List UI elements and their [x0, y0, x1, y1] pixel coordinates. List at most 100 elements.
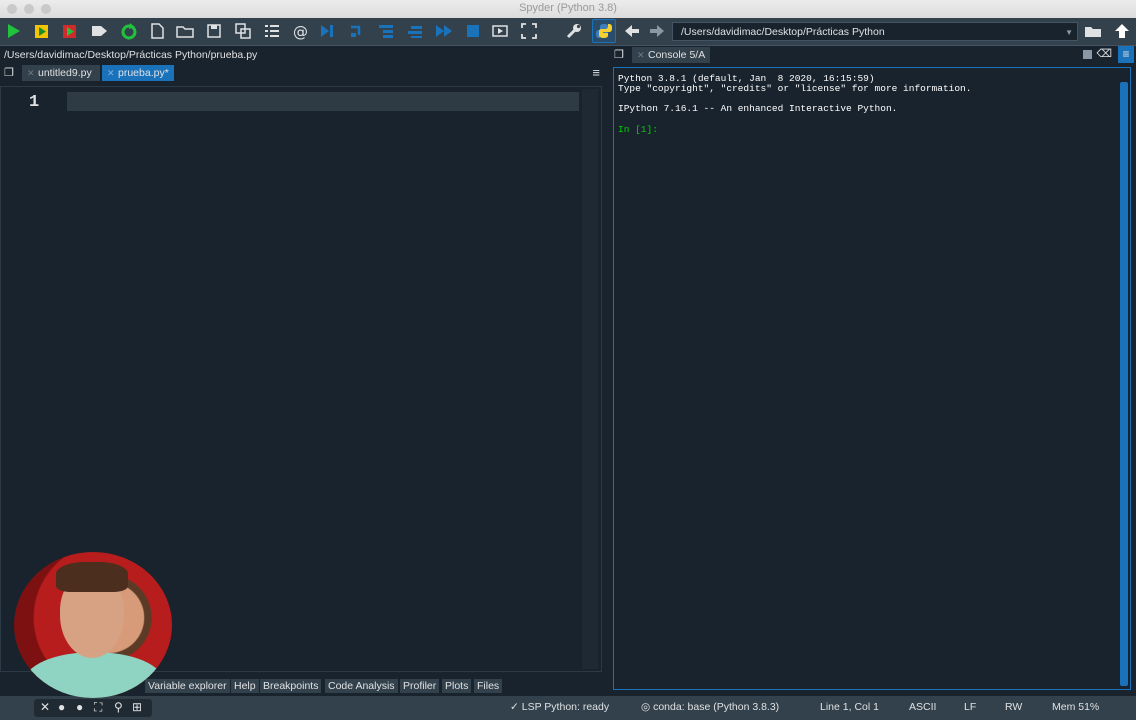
- console-output-line: Type "copyright", "credits" or "license"…: [618, 83, 972, 94]
- list-icon: [265, 25, 279, 37]
- new-file-icon: [151, 23, 164, 39]
- run-cell-button[interactable]: [32, 21, 52, 41]
- arrow-up-icon: [1115, 24, 1129, 38]
- svg-text:@: @: [293, 23, 308, 40]
- save-all-button[interactable]: [233, 21, 253, 41]
- conda-icon: ◎: [641, 701, 651, 713]
- title-bar: Spyder (Python 3.8): [0, 0, 1136, 19]
- current-line-highlight: [67, 92, 579, 111]
- step-into-icon: [379, 25, 393, 38]
- arrow-right-icon: [650, 25, 664, 37]
- back-button[interactable]: [622, 21, 642, 41]
- email-button[interactable]: @: [291, 21, 311, 41]
- fullscreen-button[interactable]: [519, 21, 539, 41]
- dot-large-icon[interactable]: ●: [76, 700, 83, 714]
- save-icon: [207, 24, 221, 38]
- rerun-button[interactable]: [119, 21, 139, 41]
- gift-icon[interactable]: ⊞: [132, 700, 142, 714]
- eraser-icon[interactable]: ⌫: [1096, 47, 1112, 60]
- browse-directory-button[interactable]: [1083, 21, 1103, 41]
- file-encoding: ASCII: [909, 701, 937, 713]
- new-file-button[interactable]: [147, 21, 167, 41]
- tab-profiler[interactable]: Profiler: [400, 679, 440, 693]
- stop-console-icon[interactable]: [1083, 50, 1092, 59]
- run-button[interactable]: [4, 21, 24, 41]
- status-bar: ✓ LSP Python: ready ◎ conda: base (Pytho…: [0, 696, 1136, 720]
- working-directory-value: /Users/davidimac/Desktop/Prácticas Pytho…: [681, 26, 885, 38]
- ipython-console[interactable]: Python 3.8.1 (default, Jan 8 2020, 16:15…: [613, 67, 1131, 690]
- browse-tabs-icon[interactable]: ❐: [4, 66, 14, 79]
- stop-icon: [467, 25, 479, 37]
- tab-help[interactable]: Help: [231, 679, 259, 693]
- save-button[interactable]: [204, 21, 224, 41]
- run-selection-button[interactable]: [89, 21, 109, 41]
- step-into-button[interactable]: [376, 21, 396, 41]
- tab-plots[interactable]: Plots: [442, 679, 472, 693]
- window-title: Spyder (Python 3.8): [519, 2, 617, 14]
- close-tab-icon[interactable]: ✕: [637, 47, 645, 63]
- lsp-icon: ✓: [510, 701, 519, 713]
- stop-debug-button[interactable]: [463, 21, 483, 41]
- step-return-button[interactable]: [405, 21, 425, 41]
- run-selection-icon: [92, 26, 107, 36]
- editor-scrollbar[interactable]: [582, 89, 598, 669]
- chevron-down-icon[interactable]: ▼: [1065, 23, 1073, 42]
- console-options-menu-icon[interactable]: ≡: [1118, 46, 1134, 63]
- continue-button[interactable]: [434, 21, 454, 41]
- tab-console[interactable]: ✕ Console 5/A: [632, 47, 710, 63]
- tab-files[interactable]: Files: [474, 679, 503, 693]
- debug-icon: [321, 25, 333, 37]
- lsp-status: ✓ LSP Python: ready: [510, 701, 610, 713]
- options-menu-icon[interactable]: ≡: [592, 65, 600, 80]
- tab-breakpoints[interactable]: Breakpoints: [260, 679, 322, 693]
- continue-icon: [436, 25, 452, 37]
- current-file-path: /Users/davidimac/Desktop/Prácticas Pytho…: [4, 49, 258, 61]
- close-icon[interactable]: ✕: [40, 700, 50, 714]
- python-icon: [596, 24, 612, 38]
- tab-label: prueba.py*: [118, 67, 169, 79]
- run-cell-advance-icon: [63, 25, 76, 38]
- webcam-overlay: [14, 552, 172, 698]
- open-file-button[interactable]: [175, 21, 195, 41]
- browse-consoles-icon[interactable]: ❐: [614, 48, 624, 61]
- forward-button[interactable]: [647, 21, 667, 41]
- line-number: 1: [29, 93, 40, 112]
- step-button[interactable]: [347, 21, 367, 41]
- console-output-line: IPython 7.16.1 -- An enhanced Interactiv…: [618, 103, 898, 114]
- webcam-shirt: [24, 652, 164, 698]
- tab-prueba[interactable]: ✕ prueba.py*: [102, 65, 174, 81]
- outline-button[interactable]: [262, 21, 282, 41]
- at-icon: @: [293, 23, 308, 40]
- expand-icon[interactable]: ⛶: [94, 700, 102, 715]
- maximize-pane-icon: [492, 25, 508, 37]
- wrench-icon: [566, 24, 581, 39]
- run-icon: [8, 24, 20, 38]
- webcam-hair: [56, 562, 128, 592]
- pythonpath-button[interactable]: [592, 19, 616, 43]
- webcam-controls: ✕ ● ● ⛶ ⚲ ⊞: [34, 699, 152, 717]
- person-icon[interactable]: ⚲: [114, 700, 123, 714]
- parent-directory-button[interactable]: [1112, 21, 1132, 41]
- run-cell-advance-button[interactable]: [60, 21, 80, 41]
- preferences-button[interactable]: [564, 21, 584, 41]
- tab-untitled9[interactable]: ✕ untitled9.py: [22, 65, 100, 81]
- tab-label: untitled9.py: [38, 67, 92, 79]
- editor-tabs: ❐ ✕ untitled9.py ✕ prueba.py* ≡: [0, 64, 606, 82]
- close-tab-icon[interactable]: ✕: [27, 65, 35, 81]
- folder-open-icon: [1085, 27, 1101, 37]
- tab-code-analysis[interactable]: Code Analysis: [325, 679, 398, 693]
- close-tab-icon[interactable]: ✕: [107, 65, 115, 81]
- working-directory-input[interactable]: /Users/davidimac/Desktop/Prácticas Pytho…: [672, 22, 1078, 41]
- arrow-left-icon: [625, 25, 639, 37]
- debug-button[interactable]: [317, 21, 337, 41]
- cursor-position: Line 1, Col 1: [820, 701, 879, 713]
- rerun-icon: [121, 23, 137, 40]
- dot-small-icon[interactable]: ●: [58, 700, 65, 714]
- conda-status: ◎ conda: base (Python 3.8.3): [641, 701, 780, 713]
- memory-usage: Mem 51%: [1052, 701, 1100, 713]
- maximize-pane-button[interactable]: [490, 21, 510, 41]
- folder-icon: [176, 26, 194, 38]
- step-icon: [351, 25, 361, 37]
- console-scrollbar[interactable]: [1120, 82, 1128, 686]
- console-prompt[interactable]: In [1]:: [618, 124, 658, 135]
